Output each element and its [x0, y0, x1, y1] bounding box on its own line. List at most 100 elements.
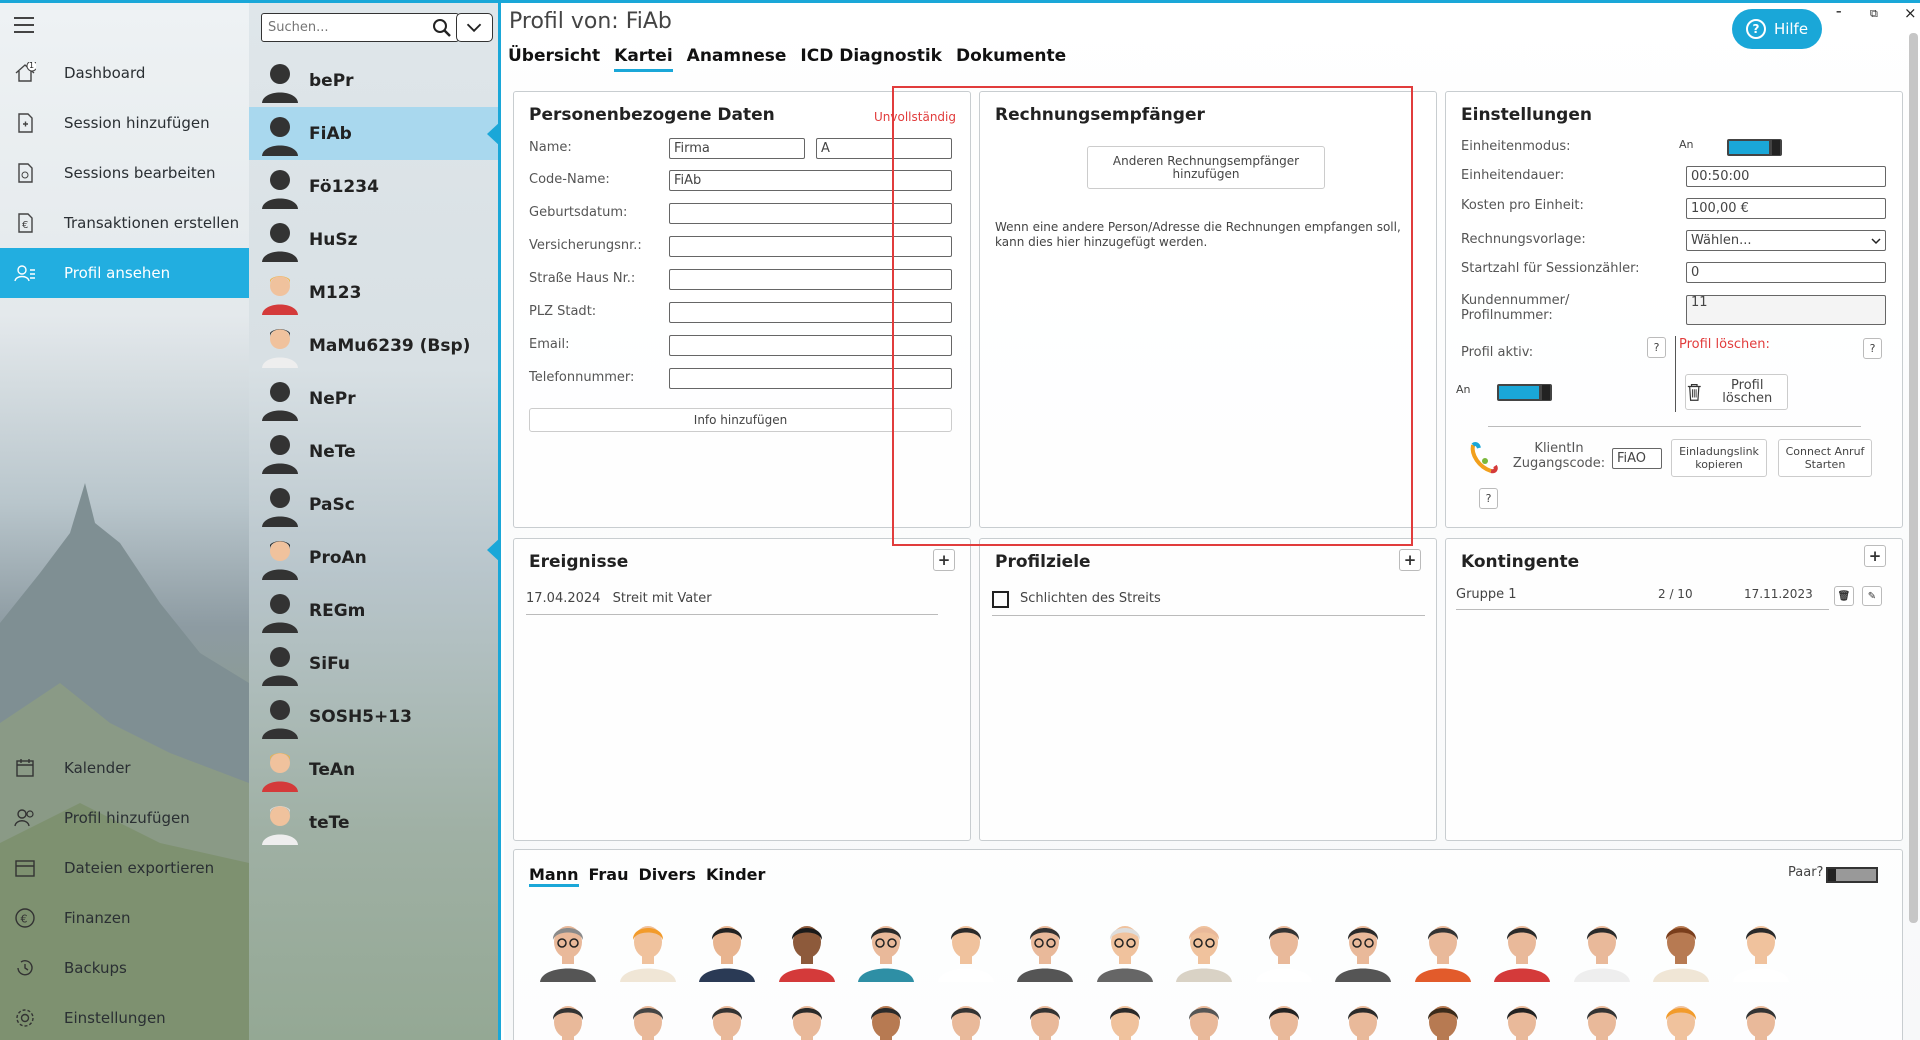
tab-overview[interactable]: Übersicht [508, 46, 600, 72]
avatar-option[interactable] [1172, 916, 1236, 982]
avatar-option[interactable] [1649, 916, 1713, 982]
avatar-option[interactable] [775, 996, 839, 1040]
profile-list-item[interactable]: M123 [249, 266, 498, 319]
sidebar-item-calendar[interactable]: Kalender [0, 743, 249, 793]
search-icon[interactable] [432, 18, 452, 38]
edit-contingent-icon[interactable]: ✎ [1862, 586, 1882, 606]
customer-number-field[interactable]: 11 [1686, 295, 1886, 325]
sidebar-item-settings[interactable]: Einstellungen [0, 993, 249, 1040]
avatar-option[interactable] [536, 916, 600, 982]
sidebar-item-edit-sessions[interactable]: Sessions bearbeiten [0, 148, 249, 198]
profile-list-item[interactable]: ProAn [249, 531, 498, 584]
tab-frau[interactable]: Frau [589, 865, 629, 887]
avatar-option[interactable] [854, 996, 918, 1040]
delete-profile-help-button[interactable]: ? [1863, 338, 1882, 359]
avatar-option[interactable] [1093, 996, 1157, 1040]
delete-profile-button[interactable]: Profil löschen [1685, 374, 1788, 410]
tab-icd-diagnostik[interactable]: ICD Diagnostik [800, 46, 942, 72]
add-contingent-button[interactable]: + [1864, 545, 1886, 567]
avatar-option[interactable] [1172, 996, 1236, 1040]
avatar-option[interactable] [1649, 996, 1713, 1040]
avatar-option[interactable] [1252, 996, 1316, 1040]
avatar-option[interactable] [1411, 916, 1475, 982]
profile-list-item[interactable]: bePr [249, 54, 498, 107]
profile-list-item[interactable]: MaMu6239 (Bsp) [249, 319, 498, 372]
profile-list-item[interactable]: SOSH5+13 [249, 690, 498, 743]
table-row[interactable]: Gruppe 1 2 / 10 17.11.2023 [1456, 585, 1829, 610]
pair-toggle[interactable] [1826, 867, 1878, 883]
avatar-option[interactable] [1411, 996, 1475, 1040]
avatar-option[interactable] [1252, 916, 1316, 982]
client-code-help-button[interactable]: ? [1479, 488, 1498, 509]
add-goal-button[interactable]: + [1399, 549, 1421, 571]
profile-list-item[interactable]: SiFu [249, 637, 498, 690]
avatar-option[interactable] [1570, 996, 1634, 1040]
avatar-option[interactable] [854, 916, 918, 982]
avatar-option[interactable] [1331, 916, 1395, 982]
sort-dropdown-button[interactable] [456, 13, 493, 42]
tab-dokumente[interactable]: Dokumente [956, 46, 1066, 72]
profile-list-item[interactable]: teTe [249, 796, 498, 849]
avatar-option[interactable] [934, 996, 998, 1040]
avatar-option[interactable] [1729, 996, 1793, 1040]
sidebar-item-add-session[interactable]: Session hinzufügen [0, 98, 249, 148]
avatar-option[interactable] [1013, 916, 1077, 982]
goal-checkbox[interactable] [992, 591, 1009, 608]
profile-list-item[interactable]: NeTe [249, 425, 498, 478]
sidebar-item-backups[interactable]: Backups [0, 943, 249, 993]
avatar-option[interactable] [1490, 916, 1554, 982]
client-code-field[interactable]: FiAO [1612, 448, 1662, 469]
city-field[interactable] [669, 302, 952, 323]
tab-divers[interactable]: Divers [638, 865, 695, 887]
list-item[interactable]: 17.04.2024 Streit mit Vater [526, 591, 938, 615]
sidebar-item-transactions[interactable]: € Transaktionen erstellen [0, 198, 249, 248]
collapse-panel-arrow[interactable] [487, 537, 501, 563]
add-billing-recipient-button[interactable]: Anderen Rechnungsempfänger hinzufügen [1087, 146, 1325, 189]
avatar-option[interactable] [934, 916, 998, 982]
profile-list-item[interactable]: TeAn [249, 743, 498, 796]
avatar-option[interactable] [695, 996, 759, 1040]
profile-list-item[interactable]: FiAb [249, 107, 498, 160]
unit-duration-field[interactable]: 00:50:00 [1686, 166, 1886, 187]
phone-field[interactable] [669, 368, 952, 389]
avatar-option[interactable] [1093, 916, 1157, 982]
avatar-option[interactable] [775, 916, 839, 982]
avatar-option[interactable] [1729, 916, 1793, 982]
avatar-option[interactable] [616, 916, 680, 982]
profile-list-item[interactable]: PaSc [249, 478, 498, 531]
unit-mode-toggle[interactable] [1727, 139, 1782, 156]
street-field[interactable] [669, 269, 952, 290]
sidebar-item-view-profile[interactable]: Profil ansehen [0, 248, 249, 298]
insurance-field[interactable] [669, 236, 952, 257]
sidebar-item-finances[interactable]: € Finanzen [0, 893, 249, 943]
tab-kartei[interactable]: Kartei [614, 46, 673, 72]
profile-list-item[interactable]: NePr [249, 372, 498, 425]
hamburger-menu-icon[interactable] [14, 17, 34, 33]
cost-field[interactable]: 100,00 € [1686, 198, 1886, 219]
avatar-option[interactable] [1331, 996, 1395, 1040]
code-name-field[interactable]: FiAb [669, 170, 952, 191]
restore-button[interactable]: ⧉ [1870, 7, 1878, 21]
last-name-field[interactable]: A [816, 138, 952, 159]
profile-list-item[interactable]: HuSz [249, 213, 498, 266]
help-button[interactable]: ? Hilfe [1732, 9, 1822, 49]
avatar-option[interactable] [616, 996, 680, 1040]
close-button[interactable]: × [1904, 4, 1917, 22]
first-name-field[interactable]: Firma [669, 138, 805, 159]
profile-active-toggle[interactable] [1497, 384, 1552, 401]
sidebar-item-dashboard[interactable]: 1 Dashboard [0, 48, 249, 98]
birthdate-field[interactable] [669, 203, 952, 224]
avatar-option[interactable] [1013, 996, 1077, 1040]
avatar-option[interactable] [1490, 996, 1554, 1040]
minimize-button[interactable]: – [1836, 5, 1842, 18]
profile-list-item[interactable]: Fö1234 [249, 160, 498, 213]
tab-kinder[interactable]: Kinder [706, 865, 765, 887]
tab-mann[interactable]: Mann [529, 865, 579, 887]
sidebar-item-export-files[interactable]: Dateien exportieren [0, 843, 249, 893]
profile-list-item[interactable]: REGm [249, 584, 498, 637]
avatar-option[interactable] [695, 916, 759, 982]
tab-anamnese[interactable]: Anamnese [687, 46, 787, 72]
search-input[interactable] [262, 14, 422, 41]
scrollbar[interactable] [1909, 33, 1918, 923]
add-event-button[interactable]: + [933, 549, 955, 571]
